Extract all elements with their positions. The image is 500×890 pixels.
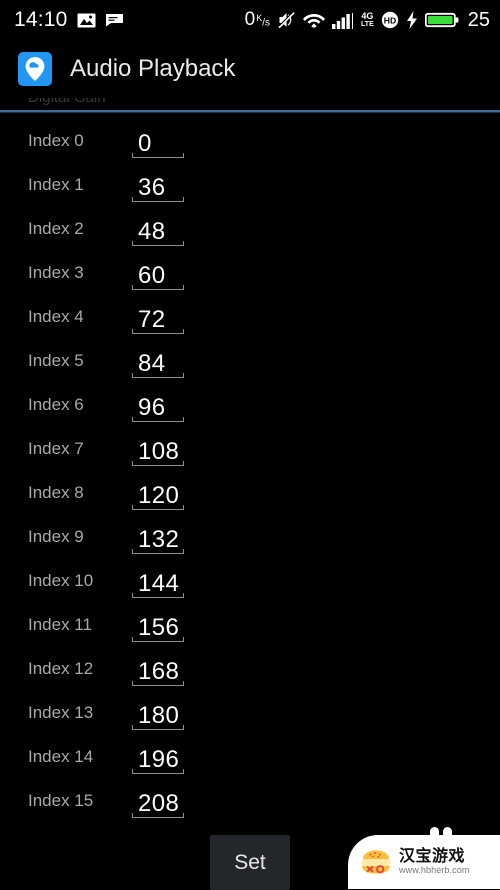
gain-value-text: 96 xyxy=(138,394,166,421)
gain-value-text: 60 xyxy=(138,262,166,289)
list-item: Index 13 180 xyxy=(0,691,500,735)
index-label: Index 0 xyxy=(28,131,84,150)
photo-icon xyxy=(77,12,96,29)
gain-value-input[interactable]: 96 xyxy=(132,388,184,422)
charging-bolt-icon xyxy=(406,11,418,29)
gain-value-input[interactable]: 132 xyxy=(132,520,184,554)
list-item: Index 9 132 xyxy=(0,515,500,559)
gain-value-text: 180 xyxy=(138,702,180,729)
data-rate-value: 0 xyxy=(244,9,256,30)
page-title: Audio Playback xyxy=(70,55,236,82)
index-label: Index 12 xyxy=(28,659,94,678)
map-pin-cloud-icon[interactable] xyxy=(18,52,52,86)
battery-percent: 25 xyxy=(467,8,490,31)
gain-value-text: 108 xyxy=(138,438,180,465)
footer-bar: Set 汉宝游戏 www.hbherb.com xyxy=(0,827,500,890)
gain-value-text: 132 xyxy=(138,526,180,553)
gain-value-text: 36 xyxy=(138,174,166,201)
index-label: Index 7 xyxy=(28,439,84,458)
gain-value-text: 120 xyxy=(138,482,180,509)
watermark-ears-icon xyxy=(430,827,452,840)
list-item: Index 0 0 xyxy=(0,119,500,163)
status-bar-left: 14:10 xyxy=(14,8,124,32)
index-label: Index 8 xyxy=(28,483,84,502)
status-bar: 14:10 0 K/s 4G LTE HD 25 xyxy=(0,0,500,40)
message-icon xyxy=(105,13,124,28)
gain-value-input[interactable]: 0 xyxy=(132,124,184,158)
gain-value-input[interactable]: 72 xyxy=(132,300,184,334)
index-label: Index 4 xyxy=(28,307,84,326)
gain-index-list: Index 0 0 Index 1 36 Index 2 48 Index 3 60 Index… xyxy=(0,113,500,823)
watermark-url: www.hbherb.com xyxy=(399,864,470,875)
index-label: Index 9 xyxy=(28,527,84,546)
watermark-text: 汉宝游戏 www.hbherb.com xyxy=(399,847,470,875)
gain-value-text: 72 xyxy=(138,306,166,333)
index-label: Index 3 xyxy=(28,263,84,282)
gain-value-input[interactable]: 120 xyxy=(132,476,184,510)
list-item: Index 15 208 xyxy=(0,779,500,823)
list-item: Index 12 168 xyxy=(0,647,500,691)
clipped-section-header: Digital Gain xyxy=(0,98,500,110)
gain-value-input[interactable]: 144 xyxy=(132,564,184,598)
index-label: Index 1 xyxy=(28,175,84,194)
list-item: Index 7 108 xyxy=(0,427,500,471)
gain-value-text: 144 xyxy=(138,570,180,597)
gain-value-input[interactable]: 36 xyxy=(132,168,184,202)
gain-value-text: 208 xyxy=(138,790,180,817)
set-button[interactable]: Set xyxy=(210,835,290,890)
burger-face-logo xyxy=(361,850,391,874)
data-rate-indicator: 0 K/s xyxy=(245,9,270,31)
index-label: Index 10 xyxy=(28,571,94,590)
status-time: 14:10 xyxy=(14,8,68,31)
list-item: Index 3 60 xyxy=(0,251,500,295)
status-bar-right: 0 K/s 4G LTE HD 25 xyxy=(245,9,490,32)
index-label: Index 2 xyxy=(28,219,84,238)
list-item: Index 10 144 xyxy=(0,559,500,603)
gain-value-text: 168 xyxy=(138,658,180,685)
gain-value-input[interactable]: 156 xyxy=(132,608,184,642)
data-rate-unit: K/s xyxy=(256,12,271,28)
mute-icon xyxy=(277,10,296,29)
battery-icon xyxy=(424,11,459,29)
index-label: Index 14 xyxy=(28,747,94,766)
section-header-label: Digital Gain xyxy=(28,98,106,106)
gain-value-text: 84 xyxy=(138,350,166,377)
index-label: Index 11 xyxy=(28,615,92,634)
list-item: Index 5 84 xyxy=(0,339,500,383)
4g-lte-icon: 4G LTE xyxy=(361,11,374,29)
list-item: Index 6 96 xyxy=(0,383,500,427)
gain-value-input[interactable]: 208 xyxy=(132,784,184,818)
gain-value-text: 48 xyxy=(138,218,166,245)
gain-value-input[interactable]: 84 xyxy=(132,344,184,378)
index-label: Index 6 xyxy=(28,395,84,414)
list-item: Index 11 156 xyxy=(0,603,500,647)
gain-value-text: 156 xyxy=(138,614,180,641)
gain-value-text: 196 xyxy=(138,746,180,773)
list-item: Index 8 120 xyxy=(0,471,500,515)
list-item: Index 1 36 xyxy=(0,163,500,207)
gain-value-input[interactable]: 180 xyxy=(132,696,184,730)
index-label: Index 15 xyxy=(28,791,94,810)
list-item: Index 4 72 xyxy=(0,295,500,339)
list-item: Index 14 196 xyxy=(0,735,500,779)
watermark-brand: 汉宝游戏 xyxy=(399,847,466,865)
hd-icon: HD xyxy=(381,11,399,29)
index-label: Index 13 xyxy=(28,703,94,722)
index-label: Index 5 xyxy=(28,351,84,370)
app-bar: Audio Playback xyxy=(0,40,500,98)
gain-value-text: 0 xyxy=(138,130,152,157)
list-item: Index 2 48 xyxy=(0,207,500,251)
svg-text:HD: HD xyxy=(384,15,396,25)
gain-value-input[interactable]: 60 xyxy=(132,256,184,290)
watermark: 汉宝游戏 www.hbherb.com xyxy=(348,827,500,889)
gain-value-input[interactable]: 168 xyxy=(132,652,184,686)
gain-value-input[interactable]: 48 xyxy=(132,212,184,246)
gain-value-input[interactable]: 196 xyxy=(132,740,184,774)
signal-bars-icon xyxy=(332,12,354,29)
gain-value-input[interactable]: 108 xyxy=(132,432,184,466)
wifi-icon xyxy=(303,12,326,29)
